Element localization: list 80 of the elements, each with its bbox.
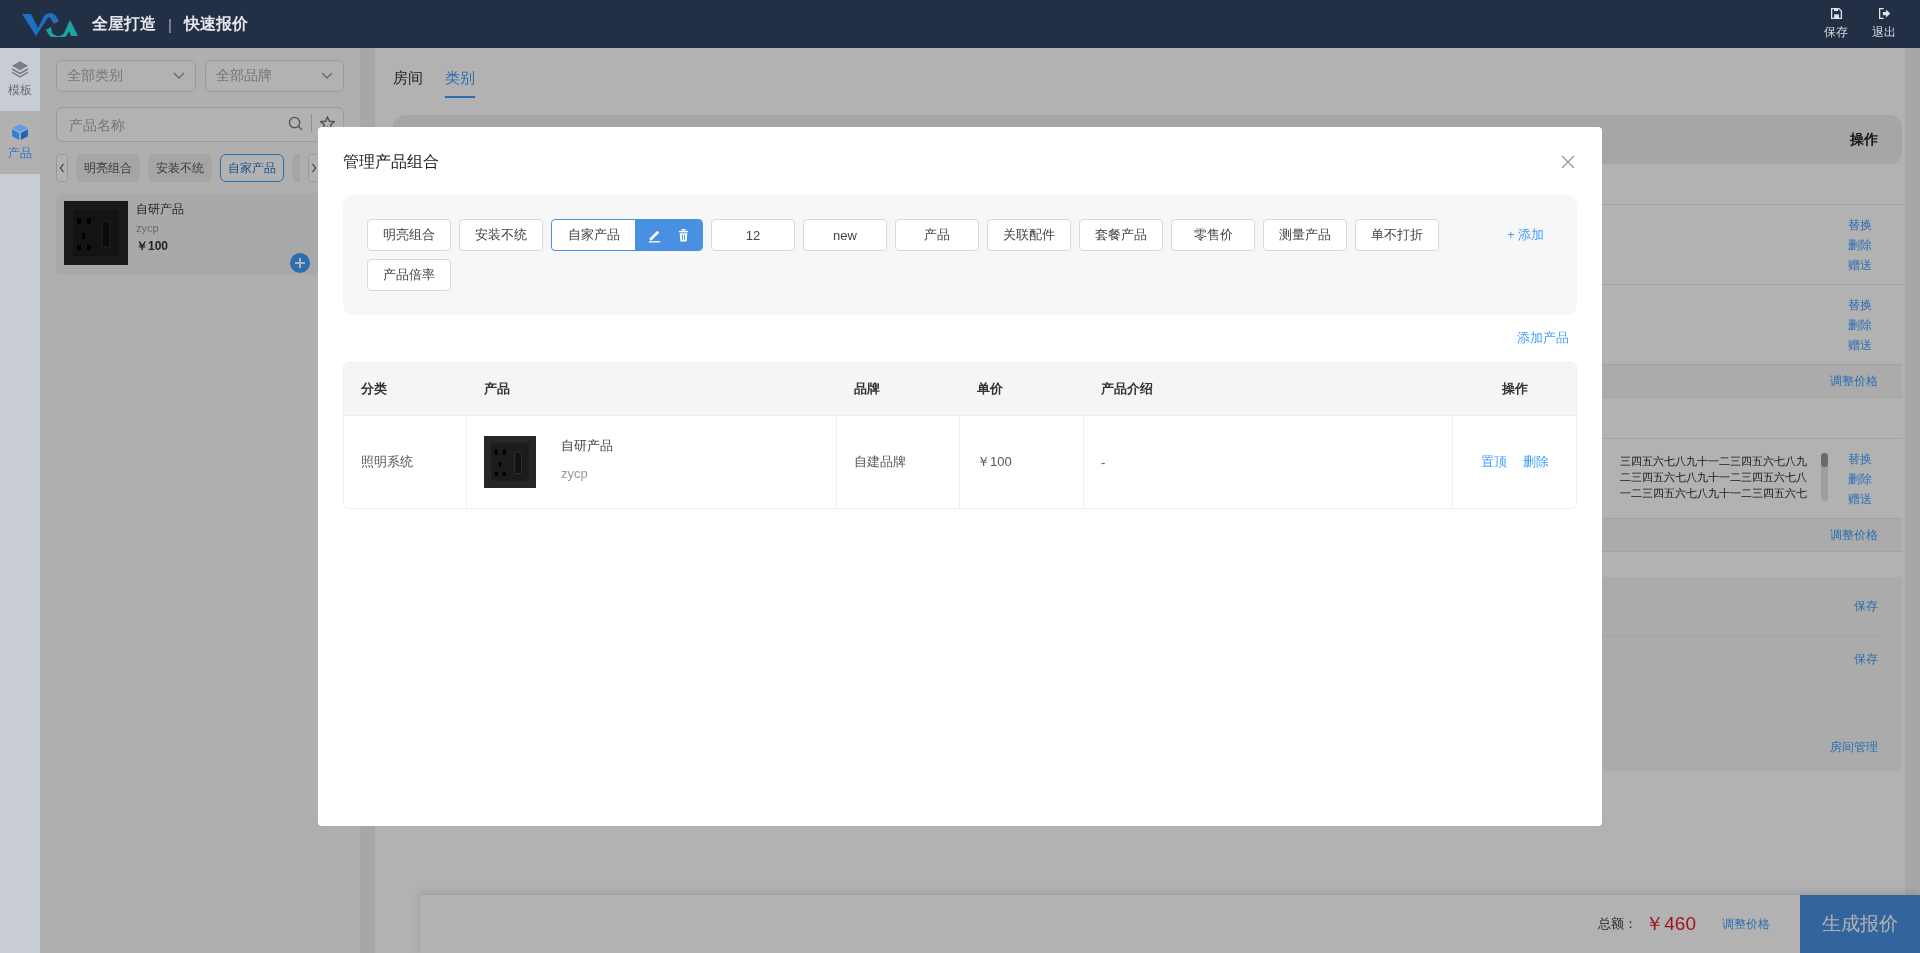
brand-select[interactable]: 全部品牌 bbox=[204, 60, 344, 92]
chevron-left-icon[interactable] bbox=[56, 154, 68, 182]
description-text: 二三四五六七八九十一二三四五六七八 bbox=[1620, 470, 1807, 485]
page-title: 快速报价 bbox=[183, 13, 248, 34]
adjust-price-link[interactable]: 调整价格 bbox=[1830, 371, 1878, 391]
group-tag[interactable]: 零售价 bbox=[1171, 219, 1255, 251]
group-tag[interactable]: 套餐产品 bbox=[1079, 219, 1163, 251]
group-tag[interactable]: 明亮组合 bbox=[367, 219, 451, 251]
column-header: 产品介绍 bbox=[1084, 363, 1453, 416]
table-cell: ￥100 bbox=[960, 416, 1084, 508]
adjust-price-link[interactable]: 调整价格 bbox=[1722, 914, 1770, 934]
action-link[interactable]: 替换 bbox=[1848, 215, 1872, 235]
column-header: 单价 bbox=[960, 363, 1084, 416]
scrollbar bbox=[1821, 453, 1828, 501]
logo-icon bbox=[22, 11, 78, 37]
save-link[interactable]: 保存 bbox=[1854, 649, 1878, 669]
action-link[interactable]: 替换 bbox=[1848, 295, 1872, 315]
category-select[interactable]: 全部类别 bbox=[56, 60, 196, 92]
room-manage-link[interactable]: 房间管理 bbox=[1830, 737, 1878, 757]
exit-button[interactable]: 退出 bbox=[1872, 7, 1896, 41]
exit-icon bbox=[1877, 7, 1891, 20]
action-link[interactable]: 赠送 bbox=[1848, 489, 1872, 509]
group-tag[interactable]: 关联配件 bbox=[987, 219, 1071, 251]
generate-quote-button[interactable]: 生成报价 bbox=[1800, 895, 1920, 953]
product-code: zycp bbox=[561, 466, 589, 481]
save-button[interactable]: 保存 bbox=[1824, 7, 1848, 41]
adjust-price-link[interactable]: 调整价格 bbox=[1830, 525, 1878, 545]
dialog-title: 管理产品组合 bbox=[343, 151, 439, 172]
save-link[interactable]: 保存 bbox=[1854, 596, 1878, 636]
group-tag[interactable]: 测量产品 bbox=[1263, 219, 1347, 251]
save-icon bbox=[1829, 7, 1843, 20]
close-icon[interactable] bbox=[1561, 155, 1575, 169]
layers-icon bbox=[11, 60, 29, 78]
column-header: 分类 bbox=[344, 363, 467, 416]
column-header: 产品 bbox=[467, 363, 837, 416]
description-text: 三四五六七八九十一二三四五六七八九 bbox=[1620, 454, 1807, 469]
column-header: 操作 bbox=[1453, 363, 1576, 416]
chevron-down-icon bbox=[321, 72, 333, 80]
cube-icon bbox=[11, 123, 29, 141]
app-name: 全屋打造 bbox=[92, 13, 156, 34]
column-header: 品牌 bbox=[837, 363, 960, 416]
add-product-link[interactable]: 添加产品 bbox=[1517, 328, 1569, 348]
product-name: 自研产品 bbox=[136, 201, 184, 218]
total-label: 总额： bbox=[1598, 915, 1638, 933]
column-header: 操作 bbox=[1850, 130, 1878, 149]
action-link[interactable]: 替换 bbox=[1848, 449, 1872, 469]
tab[interactable]: 房间 bbox=[393, 69, 423, 98]
total-amount: ￥460 bbox=[1645, 912, 1696, 936]
separator: | bbox=[168, 15, 172, 33]
group-tag[interactable]: 明亮组合 bbox=[76, 154, 140, 182]
description-text: 一二三四五六七八九十一二三四五六七 bbox=[1620, 486, 1807, 501]
action-link[interactable]: 赠送 bbox=[1848, 335, 1872, 355]
group-tag[interactable]: 产品 bbox=[895, 219, 979, 251]
group-tag[interactable]: 产品倍率 bbox=[367, 259, 451, 291]
add-group-link[interactable]: + 添加 bbox=[1507, 219, 1545, 251]
tab[interactable]: 类别 bbox=[445, 69, 475, 98]
rail-tab[interactable]: 产品 bbox=[0, 111, 40, 174]
group-tag[interactable]: 自家产品 bbox=[220, 154, 284, 182]
search-icon bbox=[288, 115, 303, 131]
chevron-down-icon bbox=[172, 72, 185, 80]
action-link[interactable]: 删除 bbox=[1848, 235, 1872, 255]
action-link[interactable]: 赠送 bbox=[1848, 255, 1872, 275]
group-tag[interactable]: 安装不统 bbox=[148, 154, 212, 182]
group-tag[interactable]: new bbox=[803, 219, 887, 251]
action-link[interactable]: 置顶 bbox=[1480, 452, 1507, 472]
plus-icon[interactable] bbox=[290, 253, 310, 273]
group-tag[interactable]: 12 bbox=[711, 219, 795, 251]
group-tag[interactable]: 自家产品 bbox=[551, 219, 703, 251]
table-cell: 自建品牌 bbox=[837, 416, 960, 508]
product-price: ￥100 bbox=[136, 238, 170, 255]
group-tag[interactable]: 安装不统 bbox=[459, 219, 543, 251]
action-link[interactable]: 删除 bbox=[1522, 452, 1549, 472]
product-code: zycp bbox=[136, 222, 160, 234]
product-name: 自研产品 bbox=[561, 437, 613, 455]
search-field[interactable]: 产品名称 bbox=[56, 107, 344, 142]
action-link[interactable]: 删除 bbox=[1848, 469, 1872, 489]
group-tag[interactable]: 单不打折 bbox=[1355, 219, 1439, 251]
table-cell: 照明系统 bbox=[344, 416, 467, 508]
action-link[interactable]: 删除 bbox=[1848, 315, 1872, 335]
table-cell: - bbox=[1084, 416, 1453, 508]
